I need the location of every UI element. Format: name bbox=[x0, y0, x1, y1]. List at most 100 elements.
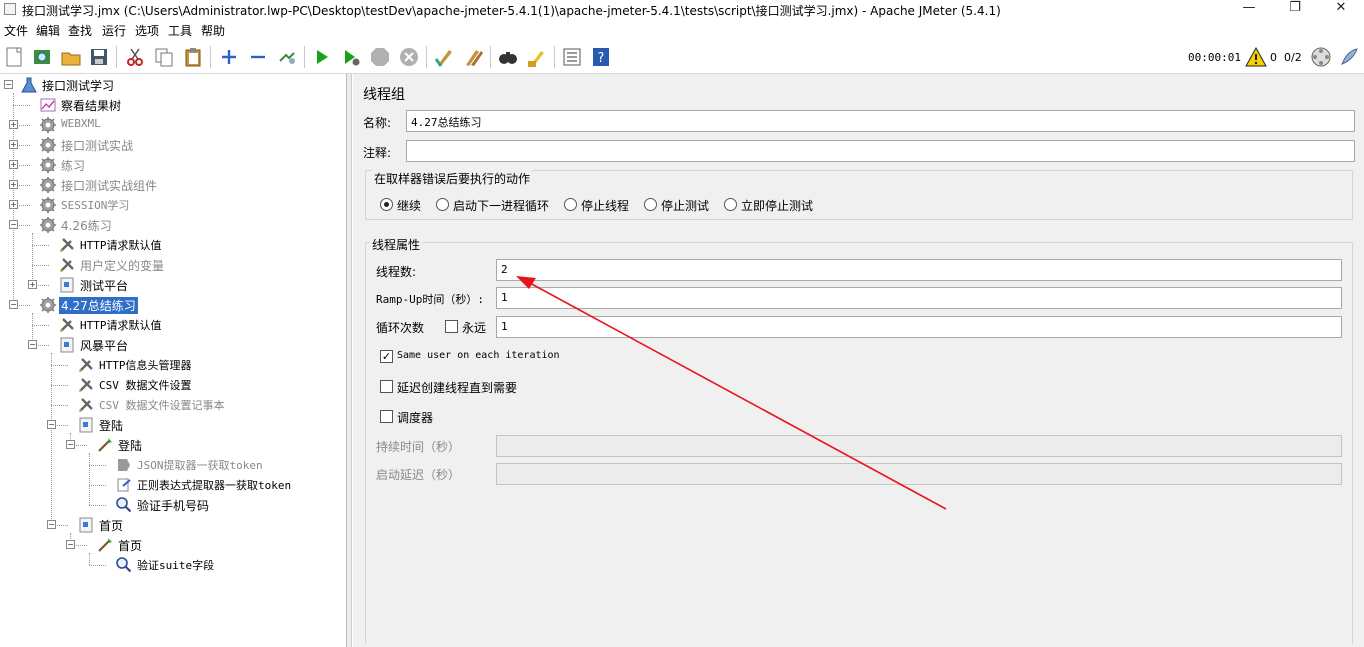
editor-heading: 线程组 bbox=[363, 87, 405, 103]
tree-node[interactable]: CSV 数据文件设置记事本 bbox=[0, 395, 340, 415]
test-plan-tree[interactable]: − 接口测试学习 察看结果树 + WEBXML + 接口测试实战 + 练习 + 接口测试实战组件 + S… bbox=[0, 74, 347, 647]
tree-node-label: JSON提取器一获取token bbox=[137, 459, 263, 472]
tree-node[interactable]: 验证手机号码 bbox=[0, 495, 340, 515]
toggle-icon[interactable] bbox=[276, 46, 298, 68]
clear-icon[interactable] bbox=[433, 46, 455, 68]
tree-node[interactable]: 察看结果树 bbox=[0, 95, 340, 115]
tree-node[interactable]: − 接口测试学习 bbox=[0, 75, 340, 95]
shutdown-icon[interactable] bbox=[398, 46, 420, 68]
tree-node[interactable]: − 风暴平台 bbox=[0, 335, 340, 355]
tree-node[interactable]: + 测试平台 bbox=[0, 275, 340, 295]
warning-icon[interactable] bbox=[1245, 46, 1267, 68]
tree-node[interactable]: − 首页 bbox=[0, 535, 340, 555]
config-icon bbox=[77, 376, 95, 394]
start-icon[interactable] bbox=[311, 46, 333, 68]
tree-node-label: 登陆 bbox=[118, 439, 143, 453]
tree-expander[interactable]: − bbox=[47, 520, 56, 529]
tree-node-label: 练习 bbox=[61, 159, 86, 173]
menu-tools[interactable]: 工具 bbox=[168, 22, 192, 39]
tree-node[interactable]: + 练习 bbox=[0, 155, 340, 175]
cut-icon[interactable] bbox=[124, 46, 146, 68]
menu-search[interactable]: 查找 bbox=[68, 22, 92, 39]
save-icon[interactable] bbox=[88, 46, 110, 68]
tree-node[interactable]: 正则表达式提取器一获取token bbox=[0, 475, 340, 495]
tree-node[interactable]: − 4.27总结练习 bbox=[0, 295, 340, 315]
clear-all-icon[interactable] bbox=[462, 46, 484, 68]
duration-field bbox=[496, 435, 1342, 457]
tree-expander[interactable]: − bbox=[28, 340, 37, 349]
tree-expander[interactable]: − bbox=[9, 300, 18, 309]
reset-search-icon[interactable] bbox=[526, 46, 548, 68]
tree-expander[interactable]: − bbox=[9, 220, 18, 229]
tree-node[interactable]: HTTP请求默认值 bbox=[0, 235, 340, 255]
templates-icon[interactable] bbox=[31, 46, 53, 68]
logger-feather-icon[interactable] bbox=[1338, 46, 1360, 68]
panel-splitter[interactable] bbox=[347, 74, 352, 647]
regex-extractor-icon bbox=[115, 476, 133, 494]
stop-icon[interactable] bbox=[369, 46, 391, 68]
tree-expander[interactable]: + bbox=[9, 140, 18, 149]
menu-run[interactable]: 运行 bbox=[102, 22, 126, 39]
tree-node[interactable]: JSON提取器一获取token bbox=[0, 455, 340, 475]
tree-node[interactable]: 验证suite字段 bbox=[0, 555, 340, 575]
tree-expander[interactable]: + bbox=[9, 180, 18, 189]
tree-node[interactable]: + 接口测试实战组件 bbox=[0, 175, 340, 195]
tree-expander[interactable]: + bbox=[9, 200, 18, 209]
thread-group-editor: 线程组 名称: 4.27总结练习 注释: 在取样器错误后要执行的动作 继续 启动… bbox=[353, 74, 1364, 647]
minimize-button[interactable]: — bbox=[1226, 0, 1272, 20]
rampup-field[interactable]: 1 bbox=[496, 287, 1342, 309]
close-button[interactable]: ✕ bbox=[1318, 0, 1364, 20]
comment-field[interactable] bbox=[406, 140, 1355, 162]
tree-expander[interactable]: − bbox=[4, 80, 13, 89]
search-icon[interactable] bbox=[497, 46, 519, 68]
help-icon[interactable]: ? bbox=[590, 46, 612, 68]
tree-node[interactable]: − 登陆 bbox=[0, 415, 340, 435]
menu-file[interactable]: 文件 bbox=[4, 22, 28, 39]
tree-expander[interactable]: + bbox=[9, 160, 18, 169]
expand-icon[interactable] bbox=[218, 46, 240, 68]
tree-node-label: 正则表达式提取器一获取token bbox=[137, 479, 292, 492]
tree-expander[interactable]: − bbox=[66, 440, 75, 449]
tree-node[interactable]: + WEBXML bbox=[0, 115, 340, 135]
comment-label: 注释: bbox=[363, 146, 392, 160]
tree-node[interactable]: − 4.26练习 bbox=[0, 215, 340, 235]
collapse-icon[interactable] bbox=[247, 46, 269, 68]
copy-icon[interactable] bbox=[153, 46, 175, 68]
paste-icon[interactable] bbox=[182, 46, 204, 68]
function-helper-icon[interactable] bbox=[561, 46, 583, 68]
menu-options[interactable]: 选项 bbox=[135, 22, 159, 39]
tree-node[interactable]: − 首页 bbox=[0, 515, 340, 535]
tree-node[interactable]: HTTP信息头管理器 bbox=[0, 355, 340, 375]
tree-node[interactable]: 用户定义的变量 bbox=[0, 255, 340, 275]
loop-count-field[interactable]: 1 bbox=[496, 316, 1342, 338]
tree-node-label: 4.27总结练习 bbox=[58, 296, 139, 315]
name-field[interactable]: 4.27总结练习 bbox=[406, 110, 1355, 132]
open-icon[interactable] bbox=[60, 46, 82, 68]
thread-group-icon bbox=[39, 116, 57, 134]
menu-bar: 文件 编辑 查找 运行 选项 工具 帮助 bbox=[0, 20, 1364, 40]
warning-count: 0 bbox=[1270, 51, 1277, 64]
tree-expander[interactable]: − bbox=[66, 540, 75, 549]
menu-edit[interactable]: 编辑 bbox=[36, 22, 60, 39]
tree-expander[interactable]: + bbox=[9, 120, 18, 129]
tree-node-label: 察看结果树 bbox=[61, 99, 122, 113]
maximize-button[interactable]: ❐ bbox=[1272, 0, 1318, 20]
tree-expander[interactable]: − bbox=[47, 420, 56, 429]
start-no-pause-icon[interactable] bbox=[340, 46, 362, 68]
menu-help[interactable]: 帮助 bbox=[201, 22, 225, 39]
tree-node-label: 4.26练习 bbox=[61, 219, 112, 233]
threads-field[interactable]: 2 bbox=[496, 259, 1342, 281]
tree-node[interactable]: + 接口测试实战 bbox=[0, 135, 340, 155]
tree-node[interactable]: + SESSION学习 bbox=[0, 195, 340, 215]
thread-group-icon bbox=[39, 176, 57, 194]
svg-text:?: ? bbox=[598, 51, 605, 66]
tree-node[interactable]: − 登陆 bbox=[0, 435, 340, 455]
new-icon[interactable] bbox=[3, 46, 25, 68]
name-label: 名称: bbox=[363, 116, 392, 130]
startup-delay-label: 启动延迟（秒） bbox=[376, 468, 461, 482]
tree-node[interactable]: HTTP请求默认值 bbox=[0, 315, 340, 335]
tree-node-label: 接口测试实战组件 bbox=[61, 179, 158, 193]
tree-node[interactable]: CSV 数据文件设置 bbox=[0, 375, 340, 395]
tree-expander[interactable]: + bbox=[28, 280, 37, 289]
controller-icon bbox=[77, 516, 95, 534]
